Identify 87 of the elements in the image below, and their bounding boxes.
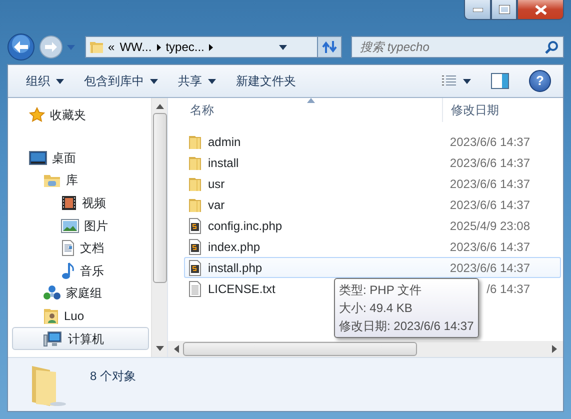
text-file-icon	[188, 280, 202, 296]
scroll-left-icon[interactable]	[174, 345, 179, 353]
nav-item[interactable]: Luo	[12, 304, 149, 328]
modified-date: /6 14:37	[486, 280, 530, 298]
file-name[interactable]: admin	[208, 132, 241, 150]
php-file-icon	[188, 260, 202, 276]
document-icon	[61, 240, 75, 256]
folder-icon	[188, 196, 202, 212]
folder-icon	[188, 154, 202, 170]
file-name: install.php	[208, 260, 262, 276]
column-header[interactable]: 修改日期	[442, 98, 499, 122]
file-name[interactable]: index.php	[208, 238, 260, 256]
scroll-down-icon[interactable]	[156, 346, 164, 351]
toolbar-button[interactable]: 组织	[16, 69, 74, 93]
nav-item[interactable]: 家庭组	[12, 282, 149, 305]
chevron-icon	[156, 44, 161, 50]
folder-icon	[188, 134, 202, 150]
scroll-right-icon[interactable]	[552, 345, 557, 353]
back-button[interactable]	[7, 33, 35, 61]
nav-item[interactable]: 音乐	[12, 260, 149, 282]
nav-item[interactable]: 图片	[12, 214, 149, 237]
refresh-icon	[322, 40, 338, 54]
music-note-icon	[61, 262, 75, 280]
tooltip-line: 类型: PHP 文件	[339, 282, 422, 299]
close-button[interactable]	[517, 0, 564, 20]
tooltip-line: 大小: 49.4 KB	[339, 300, 414, 317]
desktop-icon	[29, 150, 47, 165]
file-name[interactable]: var	[208, 196, 225, 214]
toolbar-button[interactable]: 包含到库中	[74, 69, 168, 93]
nav-item[interactable]: 文档	[12, 236, 149, 260]
file-name[interactable]: install	[208, 154, 239, 172]
nav-item[interactable]: 视频	[12, 192, 149, 214]
maximize-icon	[498, 5, 510, 14]
user-folder-icon	[43, 307, 59, 326]
php-file-icon	[188, 218, 202, 234]
refresh-button[interactable]	[318, 36, 342, 58]
modified-date: 2023/6/6 14:37	[448, 238, 530, 256]
modified-date: 2023/6/6 14:37	[448, 260, 530, 276]
library-icon	[43, 172, 61, 188]
toolbar-button[interactable]: 共享	[168, 69, 226, 93]
chevron-icon	[209, 44, 214, 50]
breadcrumb[interactable]: WW...	[120, 38, 152, 56]
address-bar[interactable]: « WW... typec...	[85, 36, 318, 58]
tooltip-line: 修改日期: 2023/6/6 14:37	[339, 318, 474, 335]
dropdown-caret-icon[interactable]	[279, 44, 287, 50]
close-icon	[534, 4, 546, 14]
search-icon	[545, 40, 559, 54]
search-field[interactable]: 搜索 typecho	[351, 36, 564, 58]
folder-icon	[89, 39, 103, 55]
caret-icon	[463, 78, 471, 84]
breadcrumb-overflow[interactable]: «	[108, 38, 115, 56]
scroll-up-icon[interactable]	[156, 104, 164, 109]
modified-date: 2023/6/6 14:37	[448, 196, 530, 214]
forward-button[interactable]	[39, 35, 63, 59]
nav-item[interactable]: 桌面	[12, 146, 149, 170]
details-view-icon	[441, 75, 457, 87]
folder-icon	[188, 176, 202, 192]
file-name[interactable]: config.inc.php	[208, 216, 282, 234]
item-count: 8 个对象	[90, 368, 136, 385]
php-file-icon	[188, 238, 202, 254]
preview-pane-icon	[491, 73, 509, 89]
homegroup-icon	[43, 285, 61, 302]
toolbar-button[interactable]: 新建文件夹	[226, 69, 306, 93]
caret-icon	[67, 44, 75, 50]
file-name[interactable]: usr	[208, 174, 225, 192]
column-header[interactable]: 名称	[168, 101, 442, 119]
nav-item[interactable]: 计算机	[12, 327, 149, 350]
modified-date: 2023/6/6 14:37	[448, 134, 530, 150]
breadcrumb[interactable]: typec...	[166, 38, 204, 56]
picture-icon	[61, 218, 79, 233]
modified-date: 2025/4/9 23:08	[448, 218, 530, 234]
maximize-button[interactable]	[491, 0, 517, 20]
nav-item[interactable]: 收藏夹	[12, 104, 149, 127]
star-icon	[29, 107, 45, 124]
computer-icon	[43, 330, 63, 347]
minimize-icon	[472, 8, 482, 12]
minimize-button[interactable]	[464, 0, 491, 20]
file-name[interactable]: LICENSE.txt	[208, 280, 276, 298]
scrollbar[interactable]	[151, 98, 167, 357]
modified-date: 2023/6/6 14:37	[448, 154, 530, 172]
film-icon	[61, 195, 77, 212]
file-row[interactable]: install.php 2023/6/6 14:37	[184, 257, 561, 278]
scroll-thumb[interactable]	[183, 342, 417, 356]
nav-item[interactable]: 库	[12, 169, 149, 192]
scrollbar[interactable]	[168, 341, 563, 357]
scroll-thumb[interactable]	[152, 113, 166, 283]
modified-date: 2023/6/6 14:37	[448, 176, 530, 192]
